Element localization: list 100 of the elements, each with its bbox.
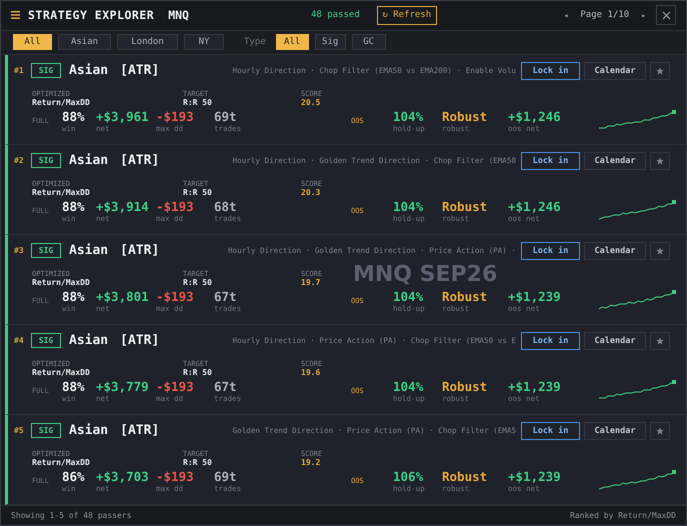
- score-value: 20.3: [301, 188, 322, 198]
- optimized-value: Return/MaxDD: [32, 188, 91, 198]
- target-value: R:R 50: [183, 278, 213, 288]
- calendar-button[interactable]: Calendar: [584, 62, 646, 80]
- stat-value: 88%: [62, 200, 86, 214]
- rank-label: #3: [14, 246, 25, 256]
- star-icon: [656, 66, 664, 75]
- optimized-value: Return/MaxDD: [32, 98, 91, 108]
- favorite-button[interactable]: [650, 242, 670, 260]
- stat-value: 104%: [393, 200, 424, 214]
- type-badge: SIG: [31, 63, 61, 78]
- session-filter-tab[interactable]: London: [117, 34, 178, 50]
- stat-value: +$1,246: [508, 200, 562, 214]
- stat-value: 86%: [62, 470, 86, 484]
- session-filter-tab[interactable]: Asian: [58, 34, 111, 50]
- passed-count: 48 passed: [310, 10, 360, 20]
- watermark-text: MNQ SEP26: [353, 263, 498, 287]
- stat-value: +$3,914: [96, 200, 150, 214]
- stat-value: 104%: [393, 380, 424, 394]
- stat-value: -$193: [156, 290, 195, 304]
- session-name: Asian: [69, 243, 108, 258]
- previous-page-button[interactable]: ◂: [560, 10, 572, 20]
- type-badge: SIG: [31, 423, 61, 438]
- favorite-button[interactable]: [650, 62, 670, 80]
- type-badge: SIG: [31, 243, 61, 258]
- stat-value: +$3,801: [96, 290, 150, 304]
- symbol-label: MNQ: [168, 8, 189, 22]
- stat-value: +$3,961: [96, 110, 150, 124]
- stat-value: +$1,239: [508, 290, 562, 304]
- type-badge: SIG: [31, 153, 61, 168]
- target-value: R:R 50: [183, 188, 213, 198]
- stat-value: 69t: [214, 110, 238, 124]
- stat-value: 88%: [62, 110, 86, 124]
- stat-value: 68t: [214, 200, 238, 214]
- star-icon: [656, 426, 664, 435]
- session-filter-tab[interactable]: All: [13, 34, 52, 50]
- stop-tag: [ATR]: [120, 423, 160, 438]
- window-title: STRATEGY EXPLORER: [28, 8, 154, 22]
- stat-value: Robust: [442, 290, 488, 304]
- menu-icon[interactable]: [11, 11, 20, 20]
- stat-value: 69t: [214, 470, 238, 484]
- type-filter-tab[interactable]: All: [276, 34, 309, 50]
- optimized-value: Return/MaxDD: [32, 278, 91, 288]
- stat-value: +$3,779: [96, 380, 150, 394]
- score-value: 19.6: [301, 368, 322, 378]
- lock-in-button[interactable]: Lock in: [521, 152, 580, 170]
- stat-value: 104%: [393, 110, 424, 124]
- stop-tag: [ATR]: [120, 63, 160, 78]
- stat-value: 88%: [62, 380, 86, 394]
- favorite-button[interactable]: [650, 332, 670, 350]
- stat-value: Robust: [442, 380, 488, 394]
- optimized-value: Return/MaxDD: [32, 458, 91, 468]
- lock-in-button[interactable]: Lock in: [521, 422, 580, 440]
- score-value: 19.2: [301, 458, 322, 468]
- calendar-button[interactable]: Calendar: [584, 332, 646, 350]
- session-filter-tab[interactable]: NY: [184, 34, 224, 50]
- rank-label: #2: [14, 156, 25, 166]
- score-value: 19.7: [301, 278, 322, 288]
- lock-in-button[interactable]: Lock in: [521, 62, 580, 80]
- stat-value: 104%: [393, 290, 424, 304]
- showing-count: Showing 1-5 of 48 passers: [11, 511, 132, 520]
- stat-value: 88%: [62, 290, 86, 304]
- ranking-note: Ranked by Return/MaxDD: [570, 511, 676, 520]
- calendar-button[interactable]: Calendar: [584, 152, 646, 170]
- refresh-button[interactable]: ↻ Refresh: [376, 6, 437, 25]
- favorite-button[interactable]: [650, 422, 670, 440]
- page-indicator: Page 1/10: [580, 10, 630, 20]
- stat-value: 106%: [393, 470, 424, 484]
- star-icon: [656, 246, 664, 255]
- type-filter-tab[interactable]: GC: [352, 34, 386, 50]
- stat-value: +$1,239: [508, 380, 562, 394]
- rank-label: #4: [14, 336, 25, 346]
- stat-value: -$193: [156, 380, 195, 394]
- rank-label: #5: [14, 426, 25, 436]
- stat-value: Robust: [442, 200, 488, 214]
- star-icon: [656, 336, 664, 345]
- type-filter-tab[interactable]: Sig: [314, 34, 346, 50]
- session-name: Asian: [69, 63, 108, 78]
- rank-label: #1: [14, 66, 25, 76]
- stat-value: 67t: [214, 290, 238, 304]
- score-value: 20.5: [301, 98, 322, 108]
- stat-value: Robust: [442, 470, 488, 484]
- calendar-button[interactable]: Calendar: [584, 242, 646, 260]
- session-name: Asian: [69, 153, 108, 168]
- close-icon: [662, 10, 670, 20]
- session-name: Asian: [69, 423, 108, 438]
- calendar-button[interactable]: Calendar: [584, 422, 646, 440]
- session-name: Asian: [69, 333, 108, 348]
- stat-value: -$193: [156, 110, 195, 124]
- stop-tag: [ATR]: [120, 333, 160, 348]
- stat-value: 67t: [214, 380, 238, 394]
- favorite-button[interactable]: [650, 152, 670, 170]
- lock-in-button[interactable]: Lock in: [521, 242, 580, 260]
- type-label: Type: [244, 37, 266, 48]
- lock-in-button[interactable]: Lock in: [521, 332, 580, 350]
- close-button[interactable]: [656, 5, 676, 26]
- next-page-button[interactable]: ▸: [637, 10, 650, 20]
- type-badge: SIG: [31, 333, 61, 348]
- optimized-value: Return/MaxDD: [32, 368, 91, 378]
- stat-value: Robust: [442, 110, 488, 124]
